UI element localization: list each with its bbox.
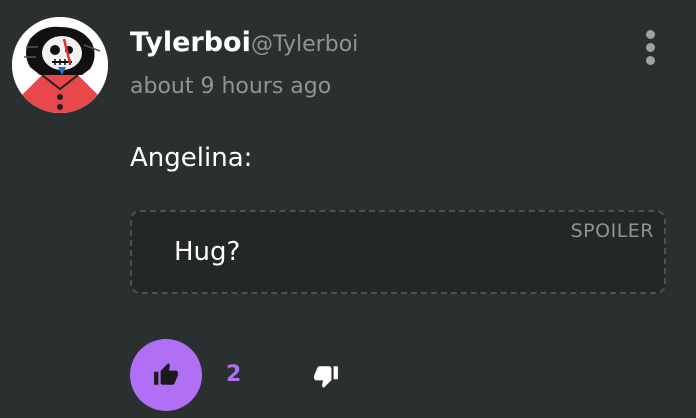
- spoiler-block[interactable]: SPOILER Hug?: [130, 210, 666, 294]
- spoiler-text: Hug?: [174, 237, 241, 267]
- like-button[interactable]: [130, 339, 202, 411]
- more-vertical-icon[interactable]: [636, 28, 666, 68]
- thumbs-up-icon: [154, 363, 178, 385]
- dislike-button[interactable]: [304, 355, 348, 399]
- post-card: Tylerboi @Tylerboi about 9 hours ago Ang…: [0, 0, 696, 418]
- thumbs-down-icon: [314, 366, 338, 388]
- author-handle[interactable]: @Tylerboi: [251, 32, 358, 57]
- post-timestamp: about 9 hours ago: [130, 74, 332, 99]
- author-name[interactable]: Tylerboi: [130, 27, 251, 58]
- spoiler-label: SPOILER: [570, 220, 654, 242]
- like-count: 2: [226, 362, 242, 387]
- author-avatar[interactable]: [12, 17, 108, 113]
- post-text: Angelina:: [130, 143, 253, 173]
